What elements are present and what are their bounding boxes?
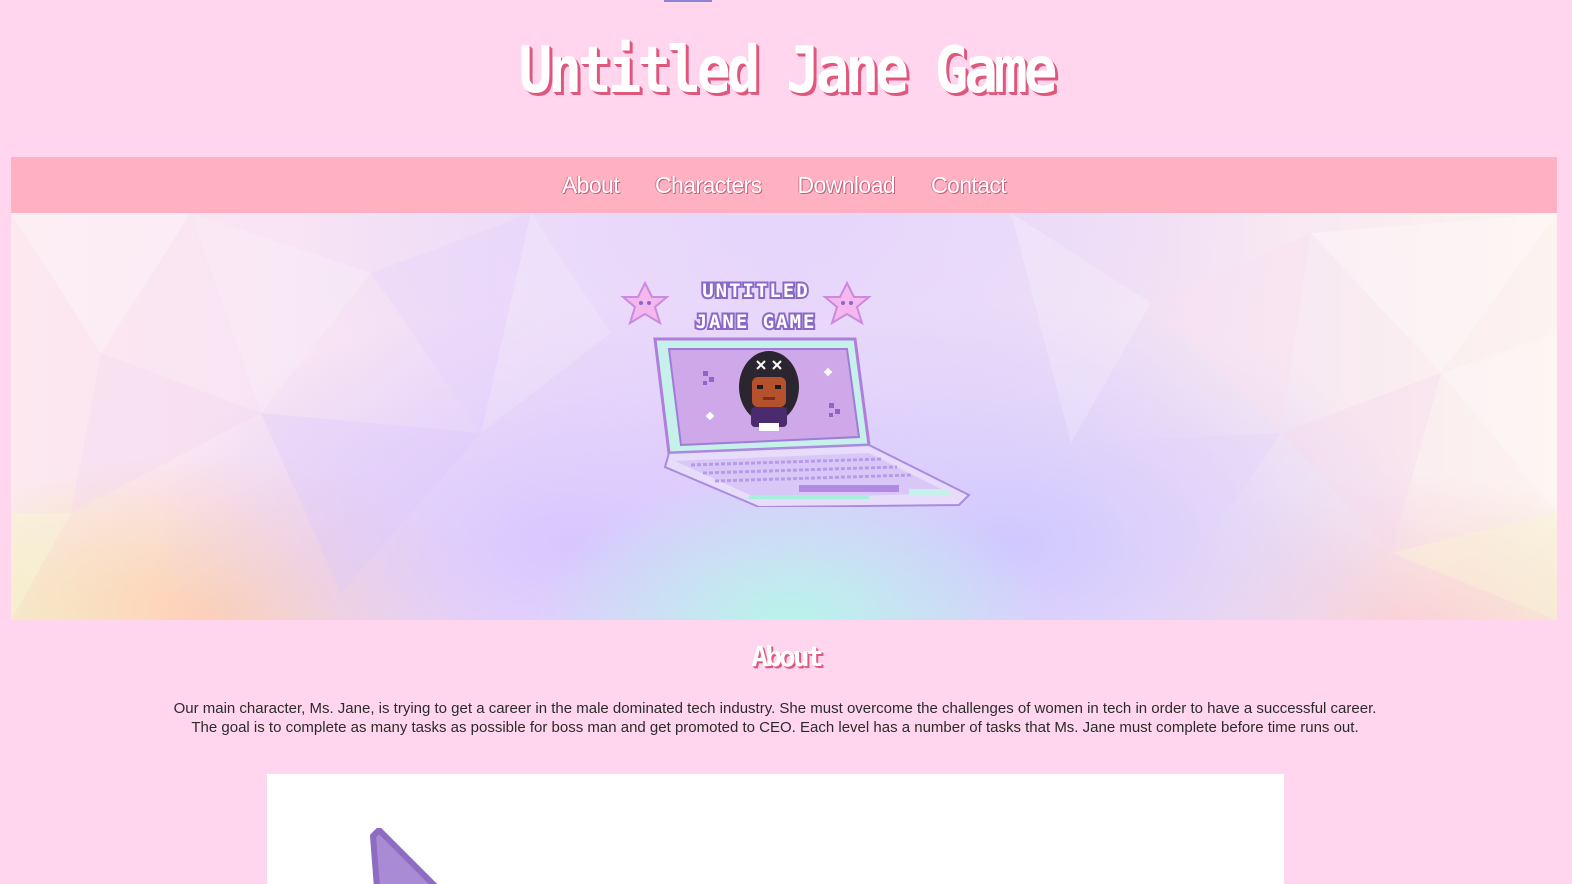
star-icon [620, 280, 670, 326]
nav-link-download[interactable]: Download [798, 172, 896, 199]
logo-line-1: UNTITLED [702, 280, 810, 302]
star-icon [822, 280, 872, 326]
about-paragraph: Our main character, Ms. Jane, is trying … [100, 699, 1450, 737]
main-nav: About Characters Download Contact [11, 157, 1557, 213]
nav-link-characters[interactable]: Characters [655, 172, 762, 199]
nav-link-about[interactable]: About [562, 172, 620, 199]
cursor-arrow-icon [370, 828, 438, 884]
laptop-icon [653, 337, 971, 507]
nav-link-contact[interactable]: Contact [931, 172, 1007, 199]
game-logo: UNTITLED JANE GAME [620, 278, 971, 507]
hero-banner: UNTITLED JANE GAME [11, 213, 1557, 620]
logo-line-2: JANE GAME [696, 311, 817, 333]
about-paragraph-line-1: Our main character, Ms. Jane, is trying … [173, 700, 1377, 717]
about-paragraph-line-2: The goal is to complete as many tasks as… [191, 719, 1359, 736]
about-heading: About [751, 640, 823, 673]
site-header: Untitled Jane Game [0, 0, 1572, 156]
media-card [267, 774, 1284, 884]
site-title: Untitled Jane Game [518, 33, 1058, 108]
